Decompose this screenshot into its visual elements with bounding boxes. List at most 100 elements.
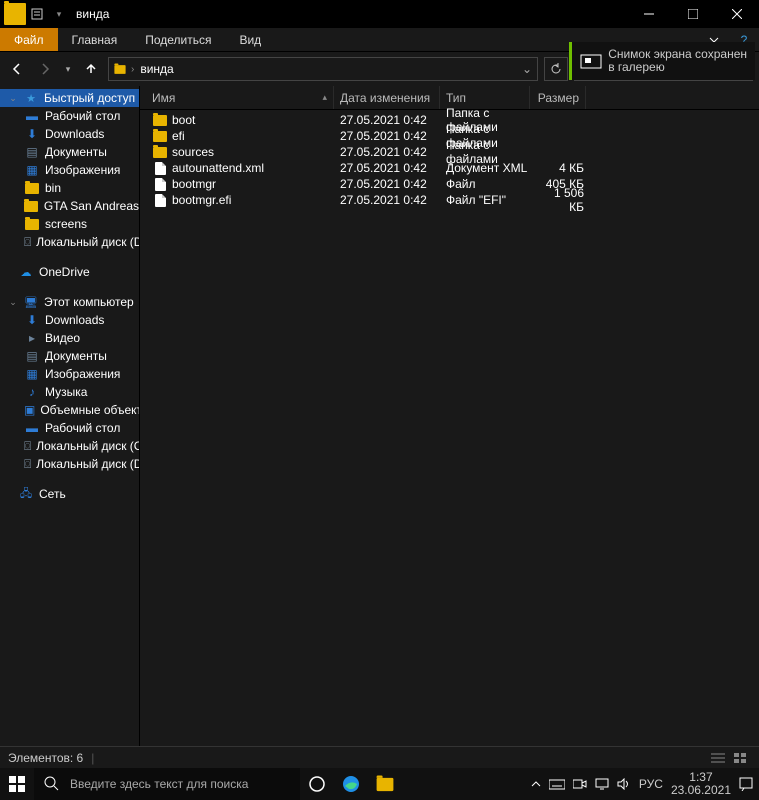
nav-back-button[interactable] — [6, 58, 28, 80]
tray-network-icon[interactable] — [595, 778, 609, 790]
item-count: Элементов: 6 — [8, 751, 83, 765]
taskbar-search[interactable]: Введите здесь текст для поиска — [34, 768, 300, 800]
sidebar-pc-item[interactable]: ▬Рабочий стол — [0, 419, 139, 437]
sidebar-quick-access[interactable]: ⌄★Быстрый доступ — [0, 89, 139, 107]
folder-icon — [152, 115, 168, 126]
taskbar-explorer[interactable] — [368, 768, 402, 800]
start-button[interactable] — [0, 768, 34, 800]
screenshot-notification[interactable]: Снимок экрана сохранен в галерею — [569, 42, 755, 80]
documents-icon: ▤ — [24, 348, 40, 364]
sidebar-quick-item[interactable]: ⬇Downloads — [0, 125, 139, 143]
taskbar-edge[interactable] — [334, 768, 368, 800]
star-icon: ★ — [23, 90, 39, 106]
nav-forward-button[interactable] — [34, 58, 56, 80]
sidebar-pc-item[interactable]: ▦Изображения — [0, 365, 139, 383]
sidebar-pc-item[interactable]: ▤Документы — [0, 347, 139, 365]
taskbar-cortana[interactable] — [300, 768, 334, 800]
sidebar-pc-item[interactable]: ▸Видео — [0, 329, 139, 347]
file-icon — [152, 162, 168, 175]
search-placeholder: Введите здесь текст для поиска — [70, 777, 248, 791]
window-title: винда — [70, 7, 627, 21]
tray-volume-icon[interactable] — [617, 778, 631, 790]
pictures-icon: ▦ — [24, 366, 40, 382]
network-icon: 🖧 — [18, 486, 34, 502]
tab-home[interactable]: Главная — [58, 28, 132, 51]
taskbar: Введите здесь текст для поиска РУС 1:37 … — [0, 768, 759, 800]
sidebar-pc-item[interactable]: ♪Музыка — [0, 383, 139, 401]
sidebar-pc-item[interactable]: ⌼Локальный диск (D:) — [0, 455, 139, 473]
file-row[interactable]: sources27.05.2021 0:42Папка с файлами — [140, 144, 759, 160]
qat-folder-icon — [4, 3, 26, 25]
sidebar-this-pc[interactable]: ⌄🖥Этот компьютер — [0, 293, 139, 311]
explorer-window: ▾ винда Файл Главная Поделиться Вид ? ▾ … — [0, 0, 759, 768]
sidebar-onedrive[interactable]: ☁OneDrive — [0, 263, 139, 281]
folder-icon — [24, 198, 39, 214]
drive-icon: ⌼ — [24, 456, 31, 472]
tab-file[interactable]: Файл — [0, 28, 58, 51]
close-button[interactable] — [715, 0, 759, 28]
file-row[interactable]: autounattend.xml27.05.2021 0:42Документ … — [140, 160, 759, 176]
sidebar-quick-item[interactable]: ▤Документы — [0, 143, 139, 161]
sidebar-pc-item[interactable]: ⬇Downloads — [0, 311, 139, 329]
navigation-sidebar: ⌄★Быстрый доступ ▬Рабочий стол⬇Downloads… — [0, 86, 140, 746]
tab-view[interactable]: Вид — [225, 28, 275, 51]
system-tray: РУС 1:37 23.06.2021 — [531, 771, 759, 797]
file-row[interactable]: bootmgr.efi27.05.2021 0:42Файл "EFI"1 50… — [140, 192, 759, 208]
tray-meetnow-icon[interactable] — [573, 778, 587, 790]
sidebar-quick-item[interactable]: bin — [0, 179, 139, 197]
pc-icon: 🖥 — [23, 294, 39, 310]
folder-icon — [152, 131, 168, 142]
sidebar-pc-item[interactable]: ⌼Локальный диск (C:) — [0, 437, 139, 455]
column-size[interactable]: Размер — [530, 86, 586, 109]
nav-up-button[interactable] — [80, 58, 102, 80]
view-details-button[interactable] — [707, 749, 729, 767]
tray-language[interactable]: РУС — [639, 777, 663, 791]
maximize-button[interactable] — [671, 0, 715, 28]
tray-clock[interactable]: 1:37 23.06.2021 — [671, 771, 731, 797]
file-row[interactable]: bootmgr27.05.2021 0:42Файл405 КБ — [140, 176, 759, 192]
column-name[interactable]: Имя▴ — [146, 86, 334, 109]
drive-icon: ⌼ — [24, 438, 31, 454]
sidebar-quick-item[interactable]: ▦Изображения — [0, 161, 139, 179]
3d-icon: ▣ — [24, 402, 35, 418]
screenshot-icon — [580, 52, 602, 70]
minimize-button[interactable] — [627, 0, 671, 28]
sidebar-quick-item[interactable]: ▬Рабочий стол — [0, 107, 139, 125]
tray-keyboard-icon[interactable] — [549, 778, 565, 790]
address-bar[interactable]: › винда ⌄ — [108, 57, 538, 81]
search-icon — [44, 776, 60, 792]
pictures-icon: ▦ — [24, 162, 40, 178]
video-icon: ▸ — [24, 330, 40, 346]
address-dropdown-button[interactable]: ⌄ — [517, 62, 537, 76]
sidebar-quick-item[interactable]: screens — [0, 215, 139, 233]
file-icon — [152, 194, 168, 207]
drive-icon: ⌼ — [24, 234, 31, 250]
status-bar: Элементов: 6 | — [0, 746, 759, 768]
documents-icon: ▤ — [24, 144, 40, 160]
refresh-button[interactable] — [544, 57, 568, 81]
file-rows: boot27.05.2021 0:42Папка с файламиefi27.… — [140, 110, 759, 746]
nav-history-button[interactable]: ▾ — [62, 58, 74, 80]
tab-share[interactable]: Поделиться — [131, 28, 225, 51]
sidebar-quick-item[interactable]: ⌼Локальный диск (D:) — [0, 233, 139, 251]
qat-dropdown-icon[interactable]: ▾ — [48, 3, 70, 25]
folder-icon — [24, 180, 40, 196]
column-date[interactable]: Дата изменения — [334, 86, 440, 109]
tray-overflow-icon[interactable] — [531, 779, 541, 789]
desktop-icon: ▬ — [24, 108, 40, 124]
sidebar-network[interactable]: 🖧Сеть — [0, 485, 139, 503]
file-list-pane: Имя▴ Дата изменения Тип Размер boot27.05… — [140, 86, 759, 746]
cloud-icon: ☁ — [18, 264, 34, 280]
breadcrumb-current[interactable]: винда — [134, 62, 179, 76]
folder-icon — [152, 147, 168, 158]
sidebar-pc-item[interactable]: ▣Объемные объекты — [0, 401, 139, 419]
folder-icon — [24, 216, 40, 232]
sidebar-quick-item[interactable]: GTA San Andreas — [0, 197, 139, 215]
music-icon: ♪ — [24, 384, 40, 400]
tray-notifications-icon[interactable] — [739, 777, 753, 791]
view-icons-button[interactable] — [729, 749, 751, 767]
desktop-icon: ▬ — [24, 420, 40, 436]
qat-properties-icon[interactable] — [26, 3, 48, 25]
downloads-icon: ⬇ — [24, 312, 40, 328]
title-bar: ▾ винда — [0, 0, 759, 28]
